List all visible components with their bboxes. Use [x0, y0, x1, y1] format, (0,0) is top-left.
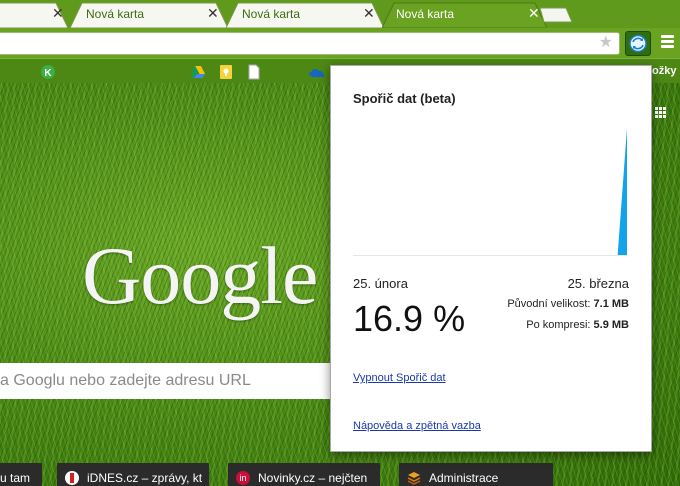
data-saver-icon	[629, 34, 647, 53]
most-visited-tile[interactable]: in Novinky.cz – nejčten	[228, 463, 380, 486]
most-visited-tile[interactable]: iDNES.cz – zprávy, kt	[57, 463, 209, 486]
apps-grid-icon[interactable]	[655, 107, 667, 119]
tile-title: iDNES.cz – zprávy, kt	[87, 471, 203, 485]
compressed-size-row: Po kompresi: 5.9 MB	[526, 319, 629, 331]
data-saver-button[interactable]	[625, 31, 651, 56]
toolbar: ★	[0, 28, 680, 58]
disable-data-saver-link[interactable]: Vypnout Spořič dat	[353, 372, 446, 384]
help-feedback-link[interactable]: Nápověda a zpětná vazba	[353, 420, 481, 432]
compressed-size-label: Po kompresi:	[526, 319, 591, 331]
close-icon[interactable]: ✕	[52, 6, 64, 20]
bookmark-k-icon[interactable]: K	[40, 64, 56, 80]
tab-1[interactable]: Nová karta ✕	[70, 2, 228, 28]
new-tab-button[interactable]	[540, 7, 574, 23]
tile-favicon-icon	[407, 472, 421, 485]
document-icon[interactable]	[246, 64, 262, 80]
close-icon[interactable]: ✕	[207, 6, 219, 20]
ntp-search-placeholder: a Googlu nebo zadejte adresu URL	[0, 372, 251, 389]
chart-end-date: 25. března	[567, 276, 629, 291]
keep-icon[interactable]	[218, 64, 234, 80]
original-size-label: Původní velikost:	[507, 298, 591, 310]
most-visited-tile[interactable]: u tam	[0, 463, 42, 486]
compressed-size-value: 5.9 MB	[593, 319, 629, 331]
popup-title: Spořič dat (beta)	[353, 91, 456, 106]
tab-title: Nová karta	[86, 7, 145, 21]
bookmarks-overflow[interactable]: ožky	[652, 65, 676, 77]
omnibox[interactable]: ★	[0, 32, 620, 55]
tile-title: Novinky.cz – nejčten	[258, 471, 368, 485]
onedrive-icon[interactable]	[308, 64, 324, 80]
tile-title: u tam	[0, 471, 31, 485]
tab-0[interactable]: ✕	[0, 2, 70, 28]
original-size-row: Původní velikost: 7.1 MB	[507, 298, 629, 310]
original-size-value: 7.1 MB	[593, 298, 629, 310]
tab-2[interactable]: Nová karta ✕	[226, 2, 384, 28]
tile-favicon-icon: in	[236, 471, 250, 485]
savings-chart	[353, 128, 627, 256]
tab-3-active[interactable]: Nová karta ✕	[382, 2, 547, 28]
star-icon[interactable]: ★	[599, 35, 613, 51]
tile-title: Administrace	[429, 471, 499, 485]
chart-start-date: 25. února	[353, 276, 408, 291]
most-visited-tile[interactable]: Administrace	[399, 463, 553, 486]
savings-percent: 16.9 %	[353, 298, 466, 339]
tab-strip: ✕ Nová karta ✕ Nová karta ✕ Nová karta ✕	[0, 0, 680, 28]
tab-title: Nová karta	[396, 7, 455, 21]
ntp-search-box[interactable]: a Googlu nebo zadejte adresu URL	[0, 363, 340, 399]
close-icon[interactable]: ✕	[528, 6, 540, 20]
google-drive-icon[interactable]	[190, 64, 206, 80]
chart-area-series	[353, 128, 627, 256]
menu-icon[interactable]	[659, 33, 677, 53]
tile-favicon-icon	[65, 471, 79, 485]
google-logo: Google	[82, 230, 318, 321]
tab-title: Nová karta	[242, 7, 301, 21]
svg-text:K: K	[44, 68, 52, 79]
data-saver-popup: Spořič dat (beta) 25. února 25. března 1…	[330, 65, 652, 452]
close-icon[interactable]: ✕	[363, 6, 375, 20]
